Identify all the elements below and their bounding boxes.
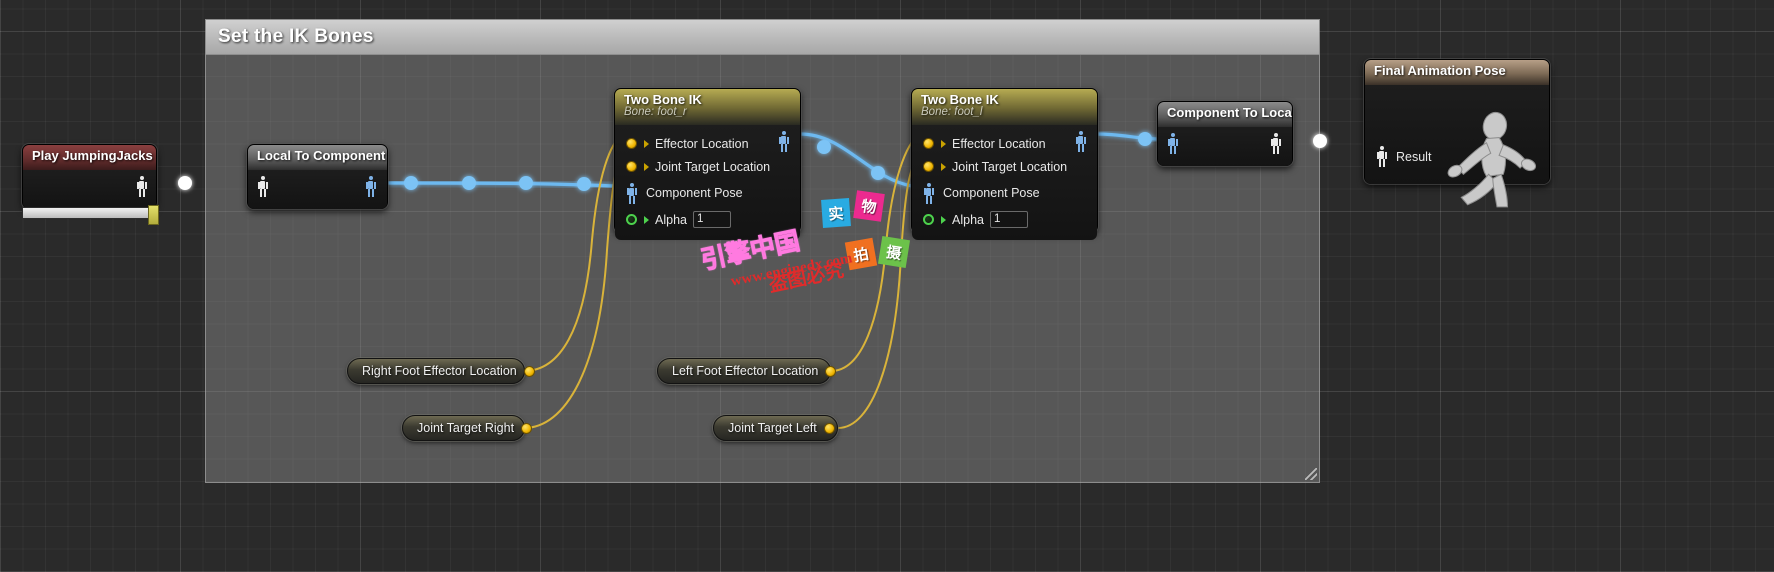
- pin-input-pose[interactable]: [1167, 133, 1178, 154]
- mannequin-preview-icon: [1447, 111, 1537, 208]
- pin-label: Effector Location: [655, 136, 749, 151]
- pin-label: Joint Target Location: [655, 159, 771, 174]
- pin-row-joint-target-location[interactable]: Joint Target Location: [615, 155, 800, 178]
- pin-row-joint-target-location[interactable]: Joint Target Location: [912, 155, 1097, 178]
- watermark-badge: 摄: [877, 235, 911, 269]
- getter-label: Left Foot Effector Location: [672, 364, 819, 378]
- node-local-to-component[interactable]: Local To Component: [247, 144, 388, 209]
- pose-pin-icon[interactable]: [1376, 146, 1387, 167]
- pin-vector-icon[interactable]: [825, 365, 837, 377]
- pin-output-pose[interactable]: [1075, 131, 1086, 152]
- pin-row-effector-location[interactable]: Effector Location: [615, 132, 800, 155]
- pin-label: Alpha: [952, 212, 984, 227]
- alpha-value-input[interactable]: 1: [692, 211, 731, 228]
- watermark-badge: 实: [821, 198, 851, 228]
- pin-row-component-pose[interactable]: Component Pose: [615, 178, 800, 208]
- pin-vector-icon[interactable]: [923, 138, 934, 149]
- comment-box-resize-grip[interactable]: [1305, 468, 1317, 480]
- node-header: Local To Component: [248, 145, 387, 170]
- pin-label: Alpha: [655, 212, 687, 227]
- node-component-to-local[interactable]: Component To Local: [1157, 101, 1293, 166]
- getter-left-foot-effector-location[interactable]: Left Foot Effector Location: [657, 358, 837, 384]
- node-title: Two Bone IK: [921, 92, 999, 107]
- node-body: Effector Location Joint Target Location …: [912, 125, 1097, 240]
- node-header: Play JumpingJacks: [23, 145, 156, 170]
- pin-label: Component Pose: [646, 186, 743, 200]
- pin-label: Component Pose: [943, 186, 1040, 200]
- node-final-animation-pose[interactable]: Final Animation Pose Result: [1364, 59, 1550, 208]
- node-play-jumpingjacks[interactable]: Play JumpingJacks: [22, 144, 157, 209]
- node-title: Play JumpingJacks: [32, 148, 153, 163]
- node-subtitle: Bone: foot_l: [921, 106, 983, 118]
- pin-label: Result: [1396, 149, 1432, 164]
- pin-float-icon[interactable]: [923, 214, 934, 225]
- anim-progress-fill: [23, 208, 150, 218]
- node-body: [23, 170, 156, 209]
- pin-float-icon[interactable]: [626, 214, 637, 225]
- pin-output-pose[interactable]: [1270, 133, 1281, 154]
- node-two-bone-ik-left[interactable]: Two Bone IK Bone: foot_l Effector Locati…: [911, 88, 1098, 240]
- node-title: Local To Component: [257, 148, 386, 163]
- getter-joint-target-left[interactable]: Joint Target Left: [713, 415, 838, 441]
- alpha-value-input[interactable]: 1: [989, 211, 1028, 228]
- pin-input-pose[interactable]: [257, 176, 268, 197]
- pin-output-pose[interactable]: [778, 131, 789, 152]
- getter-label: Right Foot Effector Location: [362, 364, 517, 378]
- anim-progress-bar[interactable]: [22, 205, 159, 225]
- pin-row-alpha[interactable]: Alpha 1: [912, 208, 1097, 231]
- node-body: Result: [1365, 85, 1549, 208]
- node-body: [248, 170, 387, 209]
- node-header: Final Animation Pose: [1365, 60, 1549, 85]
- pin-output-pose[interactable]: [136, 176, 147, 197]
- getter-label: Joint Target Right: [417, 421, 515, 435]
- comment-box-title: Set the IK Bones: [218, 26, 374, 47]
- pin-vector-icon[interactable]: [523, 365, 535, 377]
- getter-label: Joint Target Left: [728, 421, 817, 435]
- pin-row-component-pose[interactable]: Component Pose: [912, 178, 1097, 208]
- watermark-badge: 物: [853, 190, 885, 222]
- pin-vector-icon[interactable]: [521, 422, 533, 434]
- anim-progress-knob[interactable]: [148, 205, 159, 225]
- comment-box-title-bar[interactable]: Set the IK Bones: [206, 20, 1319, 55]
- node-header: Two Bone IK Bone: foot_l: [912, 89, 1097, 125]
- pin-vector-icon[interactable]: [823, 422, 835, 434]
- blueprint-graph-canvas[interactable]: Set the IK Bones Play JumpingJacks Local…: [0, 0, 1774, 572]
- node-title: Two Bone IK: [624, 92, 702, 107]
- pin-row-result[interactable]: Result: [1376, 145, 1431, 168]
- node-header: Component To Local: [1158, 102, 1292, 127]
- pose-pin-icon[interactable]: [626, 182, 637, 204]
- pin-vector-icon[interactable]: [626, 161, 637, 172]
- getter-joint-target-right[interactable]: Joint Target Right: [402, 415, 533, 441]
- node-body: [1158, 127, 1292, 166]
- getter-right-foot-effector-location[interactable]: Right Foot Effector Location: [347, 358, 535, 384]
- node-title: Final Animation Pose: [1374, 63, 1506, 78]
- node-body: Effector Location Joint Target Location …: [615, 125, 800, 240]
- pin-vector-icon[interactable]: [626, 138, 637, 149]
- pin-vector-icon[interactable]: [923, 161, 934, 172]
- node-subtitle: Bone: foot_r: [624, 106, 687, 118]
- pin-output-pose[interactable]: [365, 176, 376, 197]
- pin-label: Joint Target Location: [952, 159, 1068, 174]
- pin-row-effector-location[interactable]: Effector Location: [912, 132, 1097, 155]
- node-title: Component To Local: [1167, 105, 1292, 120]
- node-two-bone-ik-right[interactable]: Two Bone IK Bone: foot_r Effector Locati…: [614, 88, 801, 240]
- node-header: Two Bone IK Bone: foot_r: [615, 89, 800, 125]
- pose-pin-icon[interactable]: [923, 182, 934, 204]
- pin-label: Effector Location: [952, 136, 1046, 151]
